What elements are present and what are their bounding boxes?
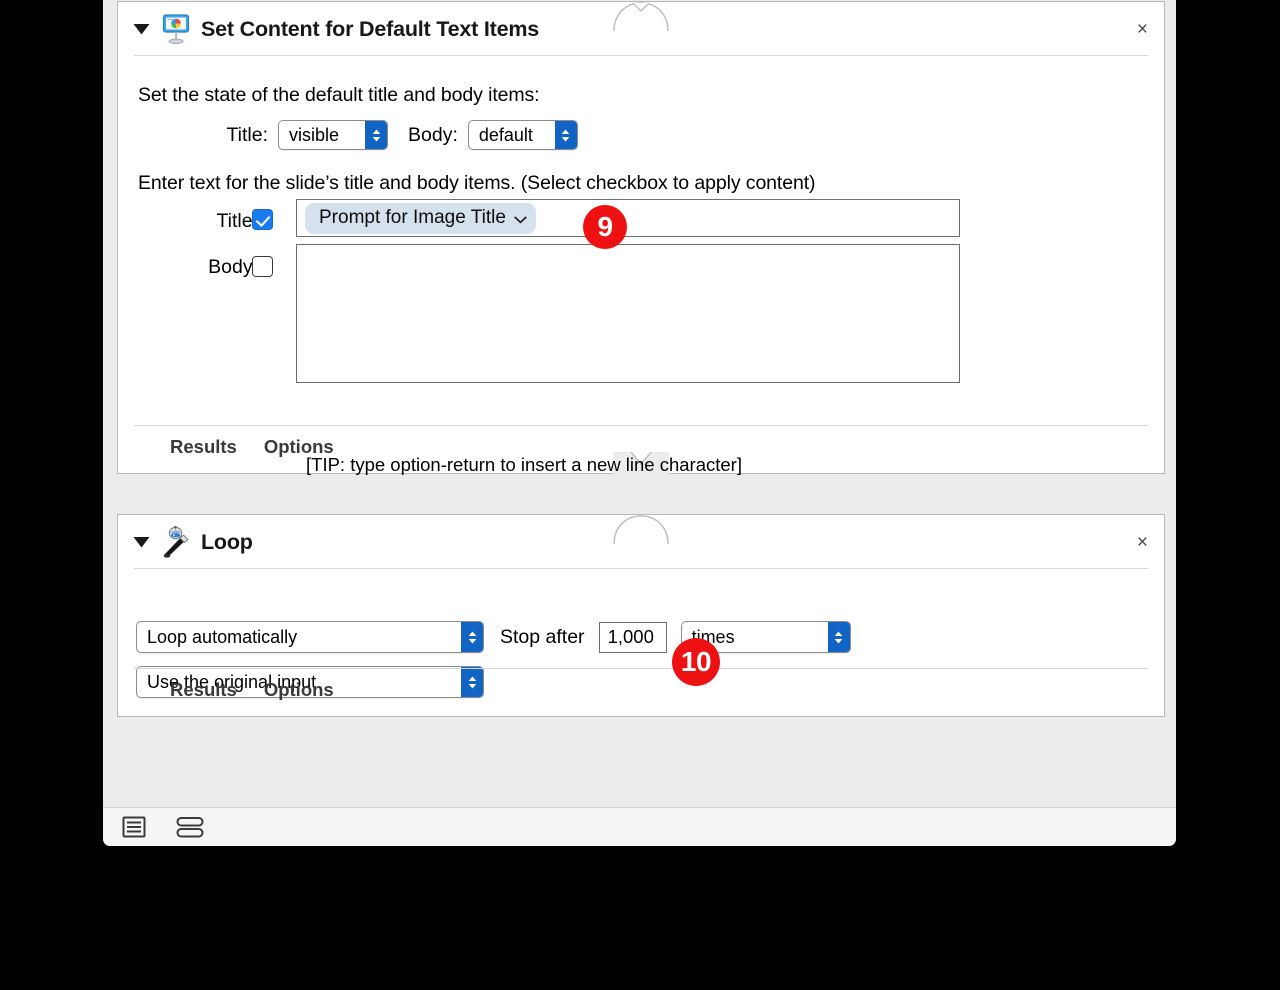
- title-state-value: visible: [289, 124, 340, 145]
- loop-mode-value: Loop automatically: [147, 626, 298, 647]
- title-text-field[interactable]: Prompt for Image Title: [296, 199, 960, 237]
- triangle-down-icon[interactable]: [132, 535, 151, 549]
- window-bottom-toolbar: [103, 807, 1176, 846]
- loop-mode-row: Loop automatically Stop after 1,000 time…: [136, 621, 851, 653]
- chevron-updown-icon: [365, 121, 387, 149]
- action-title: Loop: [201, 529, 253, 554]
- close-icon[interactable]: ×: [1131, 529, 1154, 556]
- variable-token-prompt-for-image-title[interactable]: Prompt for Image Title: [305, 202, 536, 234]
- annotation-badge-9: 9: [583, 205, 627, 249]
- body-apply-checkbox[interactable]: [252, 256, 273, 277]
- body-state-value: default: [478, 124, 533, 145]
- tab-options[interactable]: Options: [264, 679, 334, 701]
- loop-mode-select[interactable]: Loop automatically: [136, 621, 484, 653]
- chevron-updown-icon: [827, 622, 850, 652]
- description-state: Set the state of the default title and b…: [138, 84, 540, 106]
- workflow-canvas[interactable]: Set Content for Default Text Items × Set…: [103, 0, 1176, 807]
- footer-divider: [134, 668, 1148, 669]
- state-title-label: Title:: [226, 123, 268, 146]
- tab-results[interactable]: Results: [170, 436, 237, 458]
- content-body-label: Body:: [208, 256, 258, 278]
- body-text-area[interactable]: [296, 244, 960, 383]
- description-content: Enter text for the slide’s title and bod…: [138, 172, 816, 194]
- split-view-icon[interactable]: [175, 814, 205, 840]
- tab-options[interactable]: Options: [264, 436, 334, 458]
- action-card-loop[interactable]: Loop × Loop automatically Stop after 1,0…: [117, 514, 1165, 717]
- action-body: Set the state of the default title and b…: [118, 56, 1164, 475]
- token-label: Prompt for Image Title: [319, 206, 506, 228]
- action-footer: Results Options: [118, 425, 1164, 473]
- state-body-label: Body:: [408, 123, 458, 146]
- action-body: Loop automatically Stop after 1,000 time…: [118, 569, 1164, 698]
- footer-divider: [134, 425, 1148, 426]
- action-header[interactable]: Loop ×: [118, 515, 1164, 569]
- chevron-updown-icon: [461, 622, 483, 652]
- state-row: Title: visible Body: default: [202, 120, 578, 150]
- keynote-presentation-icon: [161, 13, 191, 45]
- title-apply-checkbox[interactable]: [252, 209, 273, 230]
- action-title: Set Content for Default Text Items: [201, 16, 540, 41]
- tab-results[interactable]: Results: [170, 679, 237, 701]
- action-footer: Results Options: [118, 668, 1164, 716]
- list-view-icon[interactable]: [121, 814, 147, 840]
- close-icon[interactable]: ×: [1131, 16, 1154, 43]
- action-card-set-content[interactable]: Set Content for Default Text Items × Set…: [117, 1, 1165, 475]
- stop-after-input[interactable]: 1,000: [598, 621, 667, 653]
- automator-robot-icon: [161, 525, 191, 558]
- stop-after-label: Stop after: [500, 625, 585, 648]
- content-title-label: Title:: [216, 210, 258, 232]
- chevron-down-icon[interactable]: [514, 208, 527, 230]
- body-state-select[interactable]: default: [467, 120, 578, 150]
- annotation-badge-10: 10: [672, 638, 720, 686]
- triangle-down-icon[interactable]: [132, 22, 151, 36]
- title-state-select[interactable]: visible: [278, 120, 388, 150]
- chevron-updown-icon: [554, 121, 577, 149]
- action-header[interactable]: Set Content for Default Text Items ×: [118, 2, 1164, 56]
- automator-workflow-window: Set Content for Default Text Items × Set…: [103, 0, 1176, 846]
